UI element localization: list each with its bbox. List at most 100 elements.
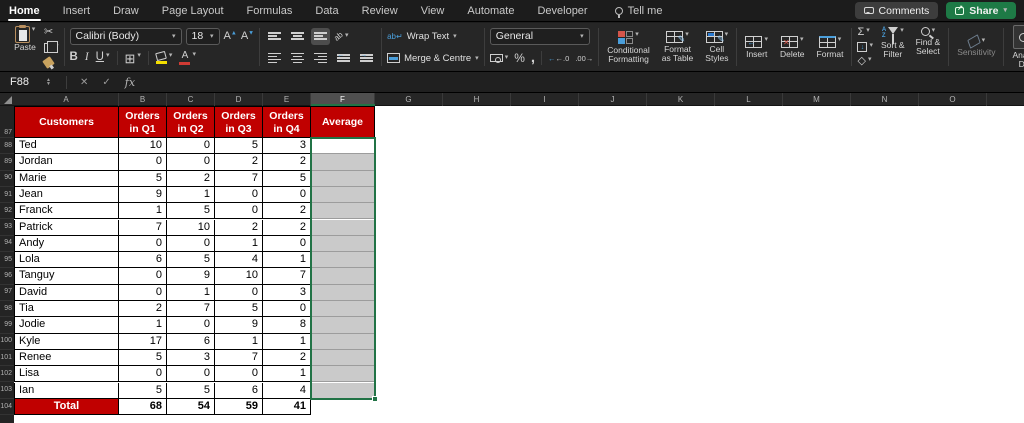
cell-D95[interactable]: 4 xyxy=(215,252,263,268)
cell-E94[interactable]: 0 xyxy=(263,236,311,252)
name-box[interactable]: F88 xyxy=(0,76,46,88)
cell-E90[interactable]: 5 xyxy=(263,171,311,187)
cell-B100[interactable]: 17 xyxy=(119,334,167,350)
cell-C95[interactable]: 5 xyxy=(167,252,215,268)
comments-button[interactable]: Comments xyxy=(855,2,939,19)
cell-D100[interactable]: 1 xyxy=(215,334,263,350)
cell-D99[interactable]: 9 xyxy=(215,317,263,333)
orientation-button[interactable]: ab ▾ xyxy=(334,32,348,41)
cell-F102[interactable] xyxy=(311,366,375,382)
row-header-92[interactable]: 92 xyxy=(0,203,14,219)
cell-F92[interactable] xyxy=(311,203,375,219)
column-header-partial[interactable] xyxy=(987,93,1024,106)
insert-cells-button[interactable]: ← ▾ Insert xyxy=(742,36,771,59)
increase-decimal-button[interactable]: ←←.0 xyxy=(548,54,569,63)
row-header-87[interactable]: 87 xyxy=(0,106,14,138)
column-header-I[interactable]: I xyxy=(511,93,579,106)
cell-E92[interactable]: 2 xyxy=(263,203,311,219)
underline-button[interactable]: U ▾ xyxy=(96,52,110,64)
cell-D103[interactable]: 6 xyxy=(215,383,263,399)
format-painter-icon[interactable] xyxy=(42,56,55,69)
cell-F89[interactable] xyxy=(311,154,375,170)
cell-D97[interactable]: 0 xyxy=(215,285,263,301)
cell-D89[interactable]: 2 xyxy=(215,154,263,170)
copy-button[interactable]: ▾ xyxy=(44,43,59,53)
cancel-icon[interactable]: ✕ xyxy=(80,77,88,88)
column-header-G[interactable]: G xyxy=(375,93,443,106)
row-header-99[interactable]: 99 xyxy=(0,317,14,333)
row-header-90[interactable]: 90 xyxy=(0,171,14,187)
font-size-select[interactable]: 18 ▾ xyxy=(186,28,220,45)
align-left-button[interactable] xyxy=(265,50,284,67)
autosum-button[interactable]: Σ ▾ xyxy=(857,27,873,38)
decrease-decimal-button[interactable]: .00→ xyxy=(575,54,593,63)
cell-B91[interactable]: 9 xyxy=(119,187,167,203)
cell-A96[interactable]: Tanguy xyxy=(14,268,119,284)
cell-B104[interactable]: 68 xyxy=(119,399,167,416)
cell-B92[interactable]: 1 xyxy=(119,203,167,219)
cell-C88[interactable]: 0 xyxy=(167,138,215,154)
cell-D87[interactable]: Ordersin Q3 xyxy=(215,106,263,138)
decrease-indent-button[interactable]: ← xyxy=(334,50,353,67)
wrap-text-button[interactable]: ab↵ Wrap Text ▾ xyxy=(387,26,479,46)
column-header-E[interactable]: E xyxy=(263,93,311,106)
cell-F94[interactable] xyxy=(311,236,375,252)
cell-B103[interactable]: 5 xyxy=(119,383,167,399)
font-color-button[interactable]: A ▾ xyxy=(179,51,196,65)
cell-E102[interactable]: 1 xyxy=(263,366,311,382)
cell-C103[interactable]: 5 xyxy=(167,383,215,399)
borders-button[interactable]: ⊞ ▾ xyxy=(125,52,141,65)
cell-A95[interactable]: Lola xyxy=(14,252,119,268)
cell-A94[interactable]: Andy xyxy=(14,236,119,252)
decrease-font-size-button[interactable]: A▼ xyxy=(241,30,254,42)
column-header-B[interactable]: B xyxy=(119,93,167,106)
tell-me[interactable]: Tell me xyxy=(615,5,663,17)
menu-tab-review[interactable]: Review xyxy=(361,2,399,20)
formula-input[interactable] xyxy=(142,72,1024,92)
analyse-data-button[interactable]: AnalyseData xyxy=(1009,25,1024,69)
cell-F87[interactable]: Average xyxy=(311,106,375,138)
cell-A98[interactable]: Tia xyxy=(14,301,119,317)
column-header-O[interactable]: O xyxy=(919,93,987,106)
cell-D101[interactable]: 7 xyxy=(215,350,263,366)
cell-A87[interactable]: Customers xyxy=(14,106,119,138)
align-top-button[interactable] xyxy=(265,28,284,45)
cell-A93[interactable]: Patrick xyxy=(14,220,119,236)
align-right-button[interactable] xyxy=(311,50,330,67)
row-header-98[interactable]: 98 xyxy=(0,301,14,317)
align-middle-button[interactable] xyxy=(288,28,307,45)
cell-E100[interactable]: 1 xyxy=(263,334,311,350)
cell-B89[interactable]: 0 xyxy=(119,154,167,170)
cell-D91[interactable]: 0 xyxy=(215,187,263,203)
cell-E98[interactable]: 0 xyxy=(263,301,311,317)
align-bottom-button[interactable] xyxy=(311,28,330,45)
cell-A99[interactable]: Jodie xyxy=(14,317,119,333)
column-header-N[interactable]: N xyxy=(851,93,919,106)
italic-button[interactable]: I xyxy=(85,52,89,64)
cell-D98[interactable]: 5 xyxy=(215,301,263,317)
cell-A90[interactable]: Marie xyxy=(14,171,119,187)
row-header-93[interactable]: 93 xyxy=(0,220,14,236)
menu-tab-formulas[interactable]: Formulas xyxy=(246,2,294,20)
cell-E93[interactable]: 2 xyxy=(263,220,311,236)
column-header-J[interactable]: J xyxy=(579,93,647,106)
cell-F97[interactable] xyxy=(311,285,375,301)
cell-B102[interactable]: 0 xyxy=(119,366,167,382)
cell-B95[interactable]: 6 xyxy=(119,252,167,268)
cell-C93[interactable]: 10 xyxy=(167,220,215,236)
cell-B87[interactable]: Ordersin Q1 xyxy=(119,106,167,138)
cell-B98[interactable]: 2 xyxy=(119,301,167,317)
cell-A100[interactable]: Kyle xyxy=(14,334,119,350)
cell-C89[interactable]: 0 xyxy=(167,154,215,170)
cell-B97[interactable]: 0 xyxy=(119,285,167,301)
cell-A103[interactable]: Ian xyxy=(14,383,119,399)
cell-D104[interactable]: 59 xyxy=(215,399,263,416)
font-name-select[interactable]: Calibri (Body) ▾ xyxy=(70,28,182,45)
row-header-94[interactable]: 94 xyxy=(0,236,14,252)
column-header-K[interactable]: K xyxy=(647,93,715,106)
fill-color-button[interactable]: ▾ xyxy=(156,52,173,64)
bold-button[interactable]: B xyxy=(70,52,78,64)
cell-E101[interactable]: 2 xyxy=(263,350,311,366)
menu-tab-data[interactable]: Data xyxy=(314,2,339,20)
cell-E89[interactable]: 2 xyxy=(263,154,311,170)
